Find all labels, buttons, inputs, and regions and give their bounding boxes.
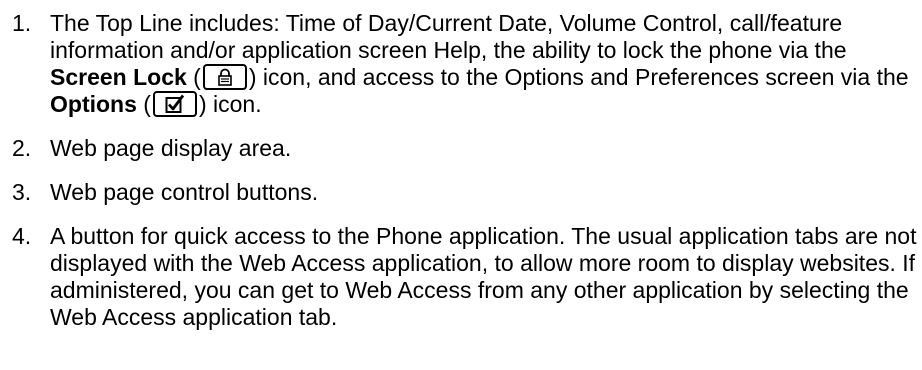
list-item-number: 1 (12, 10, 42, 37)
options-label: Options (50, 91, 137, 117)
list-item: 3 Web page control buttons. (4, 179, 922, 206)
checkbox-checked-icon (152, 91, 197, 117)
list-item-number: 3 (12, 179, 42, 206)
list-item: 1 The Top Line includes: Time of Day/Cur… (4, 10, 922, 118)
list-item-number: 2 (12, 135, 42, 162)
screen-lock-label: Screen Lock (50, 64, 187, 90)
lock-icon (202, 64, 247, 90)
list-item: 2 Web page display area. (4, 135, 922, 162)
item-text: The Top Line includes: Time of Day/Curre… (50, 10, 847, 63)
list-item: 4 A button for quick access to the Phone… (4, 223, 922, 331)
item-text: Web page display area. (50, 135, 292, 161)
list-item-number: 4 (12, 223, 42, 250)
item-text: Web page control buttons. (50, 179, 319, 205)
numbered-list: 1 The Top Line includes: Time of Day/Cur… (4, 10, 922, 331)
item-text: A button for quick access to the Phone a… (50, 223, 917, 330)
item-text: ) icon, and access to the Options and Pr… (248, 64, 909, 90)
document-page: 1 The Top Line includes: Time of Day/Cur… (0, 0, 922, 370)
item-text: ) icon. (198, 91, 262, 117)
item-text: ( (186, 64, 201, 90)
item-text: ( (136, 91, 151, 117)
